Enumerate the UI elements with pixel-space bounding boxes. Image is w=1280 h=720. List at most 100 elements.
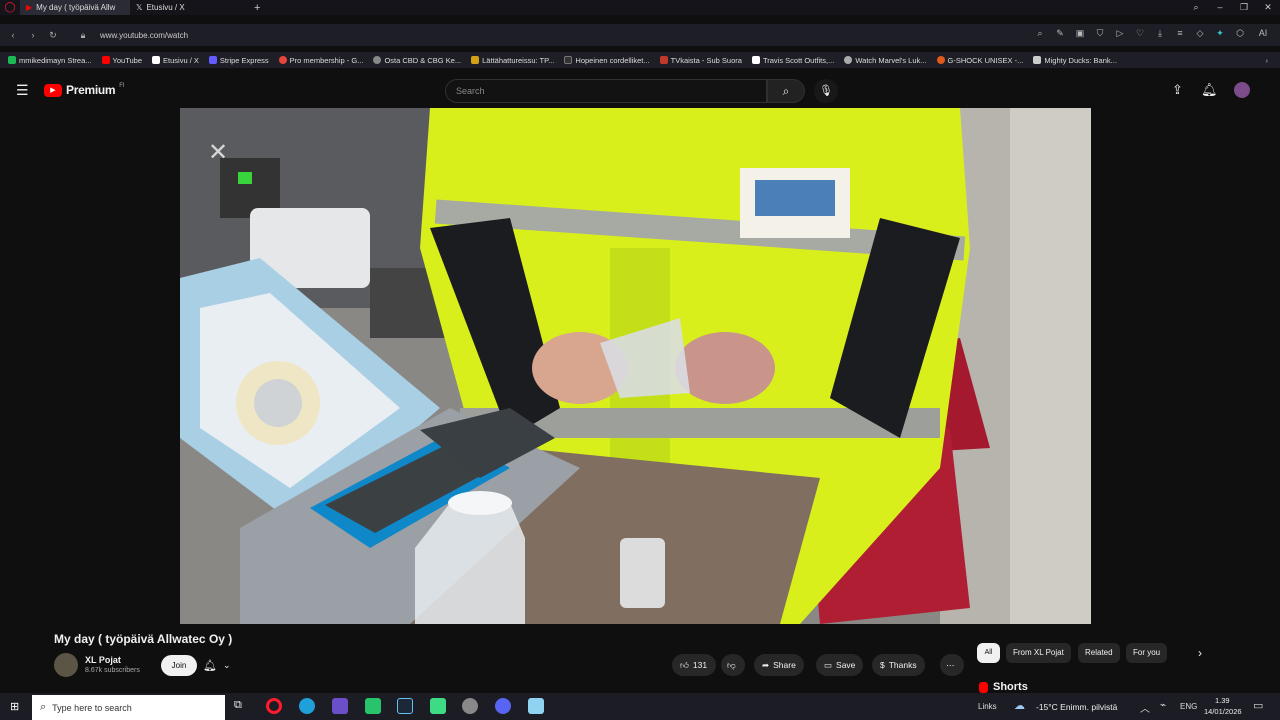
clock-date[interactable]: 14/01/2026 <box>1204 707 1242 716</box>
chat-taskbar-icon[interactable] <box>365 698 381 714</box>
play-icon[interactable]: ▷ <box>1114 28 1126 39</box>
bookmark-item[interactable]: Lättähattureissu: TP... <box>471 56 554 65</box>
network-icon[interactable]: ⌁ <box>1160 700 1166 711</box>
bookmark-item[interactable]: Travis Scott Outfits,... <box>751 56 834 65</box>
bookmark-item[interactable]: Etusivu / X <box>152 56 199 65</box>
weather-text[interactable]: -15°C Enimm. pilvistä <box>1036 702 1117 712</box>
bookmark-item[interactable]: TVkaista - Sub Suora <box>659 56 742 65</box>
shield-icon[interactable]: ⛉ <box>1094 28 1106 39</box>
ai-icon[interactable]: AI <box>1254 28 1272 39</box>
thanks-button[interactable]: $ Thanks <box>872 654 925 676</box>
share-button[interactable]: ➦ Share <box>754 654 804 676</box>
download-icon[interactable]: ⤓ <box>1154 28 1166 39</box>
bookmark-item[interactable]: Hopeinen cordelliket... <box>564 56 650 65</box>
bookmark-icon <box>659 56 668 64</box>
stripe-bookmark-icon <box>208 56 217 64</box>
opera-taskbar-icon[interactable] <box>266 698 282 714</box>
search-input[interactable]: Search <box>445 79 767 103</box>
bookmark-item[interactable]: mmikedimayn Strea... <box>8 56 92 65</box>
youtube-play-icon: ▶ <box>44 83 62 97</box>
subscribe-bell-button[interactable]: 🔔︎ ⌄ <box>203 655 231 676</box>
shorts-icon <box>979 681 988 693</box>
new-tab-icon[interactable]: + <box>254 2 260 14</box>
bookmark-item[interactable]: Mighty Ducks: Bank... <box>1033 56 1117 65</box>
taskbar-links[interactable]: Links <box>978 702 997 711</box>
bookmark-item[interactable]: Stripe Express <box>208 56 269 65</box>
shield-taskbar-icon[interactable] <box>462 698 478 714</box>
avatar[interactable] <box>1234 82 1250 98</box>
tab-label: Etusivu / X <box>146 3 185 12</box>
join-button[interactable]: Join <box>161 655 197 676</box>
url-field[interactable]: www.youtube.com/watch <box>100 31 188 40</box>
bookmark-item[interactable]: G-SHOCK UNISEX -... <box>936 56 1023 65</box>
x-tab-icon: 𝕏 <box>136 3 143 12</box>
search-tabs-icon[interactable]: ⌕ <box>1184 0 1208 15</box>
bookmark-item[interactable]: Osta CBD & CBG Ke... <box>373 56 461 65</box>
bookmarks-more-icon[interactable]: › <box>1266 56 1269 65</box>
like-button[interactable]: 👍︎ 131 <box>672 654 716 676</box>
youtube-logo[interactable]: ▶ Premium FI <box>44 83 125 97</box>
app-taskbar-icon[interactable] <box>332 698 348 714</box>
cube-icon[interactable]: ⬡ <box>1234 28 1246 39</box>
play-taskbar-icon[interactable] <box>430 698 446 714</box>
discord-taskbar-icon[interactable] <box>495 698 511 714</box>
search-icon: ⌕ <box>40 701 47 713</box>
channel-avatar[interactable] <box>54 653 78 677</box>
bookmark-item[interactable]: Watch Marvel's Luk... <box>844 56 927 65</box>
task-view-icon[interactable]: ⧉ <box>234 699 242 712</box>
reload-icon[interactable]: ↻ <box>46 30 60 41</box>
menu-icon[interactable]: ≡ <box>1174 28 1186 39</box>
save-button[interactable]: ▭ Save <box>816 654 864 676</box>
chip-from-channel[interactable]: From XL Pojat <box>1006 643 1071 663</box>
notifications-bell-icon[interactable]: 🔔︎ <box>1201 82 1218 98</box>
upload-icon[interactable]: ⇪ <box>1172 82 1183 98</box>
steam-taskbar-icon[interactable] <box>397 698 413 714</box>
minimize-icon[interactable]: – <box>1208 0 1232 15</box>
tray-chevron-icon[interactable]: ︿ <box>1140 700 1150 715</box>
taskbar-search-input[interactable]: ⌕ Type here to search <box>32 695 225 720</box>
chip-all[interactable]: All <box>977 643 1000 663</box>
language-indicator[interactable]: ENG <box>1180 702 1197 711</box>
thanks-icon: $ <box>880 660 885 670</box>
notepad-taskbar-icon[interactable] <box>528 698 544 714</box>
forward-icon[interactable]: › <box>26 30 40 40</box>
restore-icon[interactable]: ❐ <box>1232 0 1256 15</box>
tab-label: My day ( työpäivä Allw <box>36 3 116 12</box>
edge-taskbar-icon[interactable] <box>299 698 315 714</box>
channel-name[interactable]: XL Pojat <box>85 655 121 665</box>
bookmark-item[interactable]: Pro membership - G... <box>278 56 363 65</box>
lock-icon: 🔒︎ <box>80 29 86 40</box>
notifications-icon[interactable]: ▭ <box>1253 699 1263 712</box>
bookmark-save-icon: ▭ <box>824 659 833 670</box>
aria-icon[interactable]: ✦ <box>1214 28 1226 39</box>
voice-search-button[interactable]: 🎙︎ <box>814 79 838 103</box>
clock-time[interactable]: 1.39 <box>1215 696 1230 705</box>
hamburger-menu-icon[interactable]: ☰ <box>16 82 29 99</box>
close-icon[interactable]: ✕ <box>1256 0 1280 15</box>
share-icon: ➦ <box>762 659 770 670</box>
extension-icons: ⌕ ✎ ▣ ⛉ ▷ ♡ ⤓ ≡ ◇ ✦ ⬡ AI <box>1034 28 1272 39</box>
bookmark-item[interactable]: YouTube <box>101 56 142 65</box>
video-player[interactable]: ✕ <box>180 108 1091 624</box>
video-frame: ✕ <box>180 108 1091 624</box>
zoom-icon[interactable]: ⌕ <box>1034 28 1046 39</box>
video-title: My day ( työpäivä Allwatec Oy ) <box>54 632 233 646</box>
chips-next-icon[interactable]: › <box>1198 646 1202 660</box>
vpn-icon[interactable]: ◇ <box>1194 28 1206 39</box>
chip-related[interactable]: Related <box>1078 643 1120 663</box>
camera-icon[interactable]: ▣ <box>1074 28 1086 39</box>
opera-logo-icon[interactable]: ◯ <box>0 2 20 13</box>
chip-for-you[interactable]: For you <box>1126 643 1168 663</box>
tab-x[interactable]: 𝕏 Etusivu / X <box>130 0 240 15</box>
bookmark-icon <box>844 56 853 64</box>
browser-tab-bar: ◯ ▶ My day ( työpäivä Allw 𝕏 Etusivu / X… <box>0 0 1280 15</box>
heart-icon[interactable]: ♡ <box>1134 28 1146 39</box>
search-button[interactable]: ⌕ <box>767 79 805 103</box>
more-actions-button[interactable]: ⋯ <box>940 654 964 676</box>
microphone-icon: 🎙︎ <box>819 85 833 97</box>
windows-start-icon[interactable]: ⊞ <box>10 700 19 713</box>
dislike-button[interactable]: 👎︎ <box>721 654 745 676</box>
edit-icon[interactable]: ✎ <box>1054 28 1066 39</box>
tab-youtube[interactable]: ▶ My day ( työpäivä Allw <box>20 0 130 15</box>
back-icon[interactable]: ‹ <box>6 30 20 40</box>
